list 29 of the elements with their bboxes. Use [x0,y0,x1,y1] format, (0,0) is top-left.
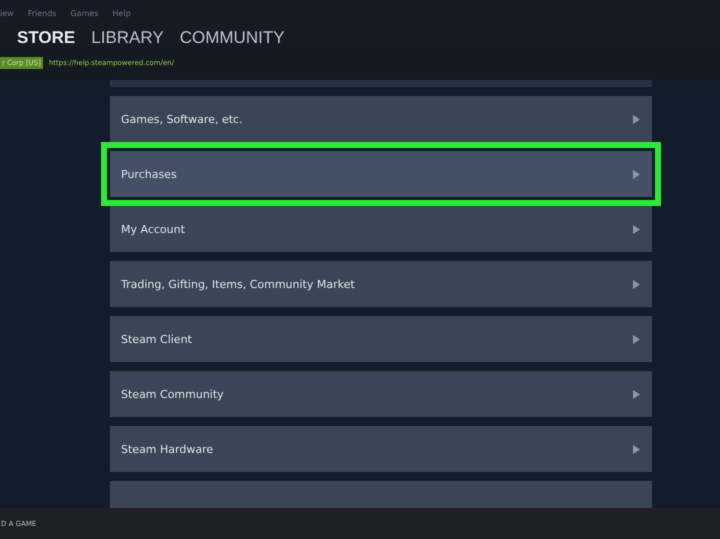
menu-item[interactable]: Help [112,9,131,21]
topic-label: Steam Community [121,388,224,400]
arrow-icon [633,170,640,178]
topic-label: Steam Hardware [121,442,214,456]
topic-label: Purchases [121,168,177,180]
help-topic-row[interactable]: Games, Software, etc. [110,96,652,142]
nav-tab[interactable]: STORE [17,28,76,55]
help-topic-row[interactable]: Trading, Gifting, Items, Community Market [110,261,652,307]
topic-label: My Account [121,222,185,236]
arrow-icon [633,280,640,288]
topic-label: Trading, Gifting, Items, Community Market [121,278,355,290]
arrow-icon [633,114,640,124]
arrow-icon [633,390,640,398]
menu-item[interactable]: Friends [28,9,56,21]
arrow-icon [633,334,640,344]
arrow-icon [633,224,640,234]
help-topic-row[interactable]: My Account [110,206,652,252]
topic-label: Steam Client [121,332,192,346]
help-topic-row[interactable]: Steam Hardware [110,426,652,472]
nav-tab[interactable]: COMMUNITY [180,28,285,55]
menu-item[interactable]: iew [0,9,14,21]
help-topic-row[interactable]: Steam Client [110,316,652,362]
nav-tab[interactable]: LIBRARY [91,28,164,55]
menu-item[interactable]: Games [70,9,98,21]
help-topic-row[interactable]: Purchases [110,151,652,197]
help-topic-row[interactable]: Steam Community [110,371,652,417]
help-topic-row[interactable] [110,80,652,87]
topic-label: Games, Software, etc. [121,112,243,126]
arrow-icon [633,444,640,454]
